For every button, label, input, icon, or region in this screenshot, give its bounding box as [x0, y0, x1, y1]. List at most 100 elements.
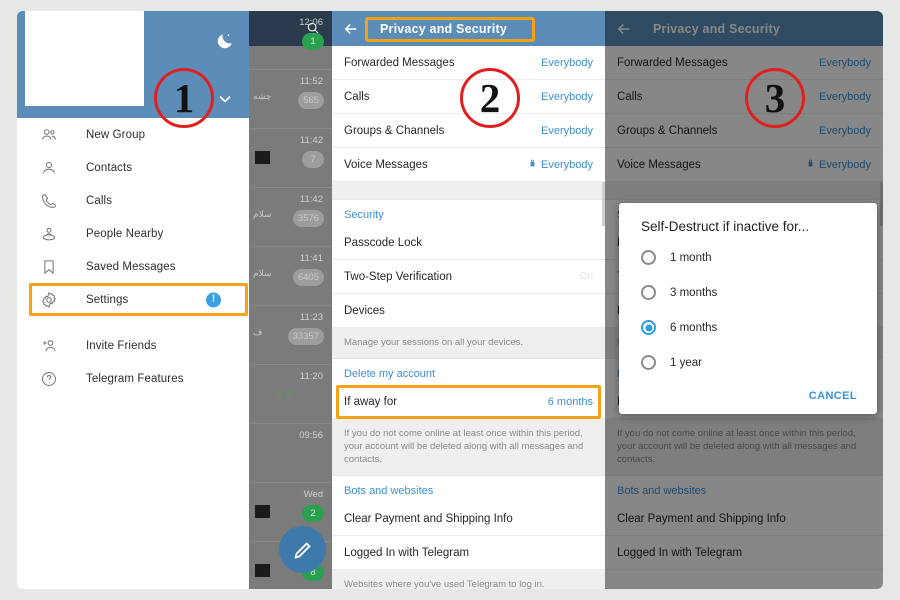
row-forwarded-messages[interactable]: Forwarded Messages Everybody	[332, 46, 605, 80]
row-voice-messages[interactable]: Voice Messages Everybody	[332, 148, 605, 182]
row-logged-in-with-telegram[interactable]: Logged In with Telegram	[332, 536, 605, 570]
sidebar-item-new-group[interactable]: New Group	[17, 118, 249, 151]
chat-list-item[interactable]: 09:56	[249, 424, 332, 483]
sidebar-item-label: Saved Messages	[86, 260, 176, 273]
privacy-header: Privacy and Security	[605, 11, 883, 46]
phone-icon	[40, 190, 66, 212]
row-label: Logged In with Telegram	[344, 546, 470, 559]
lock-icon	[806, 158, 815, 171]
chat-list-item[interactable]: 11:41 6405 سلام	[249, 247, 332, 306]
chat-timestamp: 11:23	[299, 312, 323, 323]
section-gap	[332, 182, 605, 200]
step-marker-2: 2	[460, 68, 520, 128]
row-clear-payment-info[interactable]: Clear Payment and Shipping Info	[332, 502, 605, 536]
row-value: Everybody	[819, 56, 871, 69]
row-label: Two-Step Verification	[344, 270, 453, 283]
row-value: Everybody	[541, 90, 593, 103]
radio-unselected-icon[interactable]	[641, 250, 656, 265]
dialog-option-label: 6 months	[670, 321, 718, 334]
chat-snippet: سلام	[253, 209, 272, 219]
row-value: Everybody	[819, 158, 871, 171]
row-passcode-lock[interactable]: Passcode Lock	[332, 226, 605, 260]
lock-icon	[528, 158, 537, 171]
step-marker-1: 1	[154, 68, 214, 128]
row-clear-payment-info: Clear Payment and Shipping Info	[605, 502, 883, 536]
group-icon	[40, 124, 66, 146]
chat-list-item[interactable]: 12:06 1	[249, 11, 332, 70]
row-label: Forwarded Messages	[344, 56, 455, 69]
chat-list-item[interactable]: 11:42 7	[249, 129, 332, 188]
dialog-option[interactable]: 6 months	[619, 310, 877, 345]
sidebar-item-label: Invite Friends	[86, 339, 157, 352]
chat-snippet: چشه	[253, 91, 272, 101]
row-devices[interactable]: Devices	[332, 294, 605, 328]
cancel-button[interactable]: CANCEL	[619, 380, 877, 410]
self-destruct-dialog-panel: Privacy and Security Forwarded Messages …	[605, 11, 883, 589]
chat-list-item[interactable]: 11:52 565 چشه	[249, 70, 332, 129]
chat-thumbnail	[255, 505, 270, 518]
devices-note: Manage your sessions on all your devices…	[332, 328, 605, 359]
sidebar-item-saved-messages[interactable]: Saved Messages	[17, 250, 249, 283]
section-gap	[605, 182, 883, 200]
row-voice-messages: Voice Messages Everybody	[605, 148, 883, 182]
chat-list-item[interactable]: 11:42 3576 سلام	[249, 188, 332, 247]
chat-list-panel: 12:06 1 11:52 565 چشه 11:42 7 11:42 3576 سلام 11:4…	[249, 11, 332, 589]
unread-badge: 7	[302, 151, 324, 168]
sidebar-item-contacts[interactable]: Contacts	[17, 151, 249, 184]
sidebar-item-settings[interactable]: Settings !	[17, 283, 249, 316]
row-value: On	[579, 271, 593, 282]
read-receipt-icon: ✓✓	[275, 388, 294, 400]
chat-list-item[interactable]: 11:23 33357 ف	[249, 306, 332, 365]
avatar[interactable]	[25, 11, 144, 106]
row-if-away-for[interactable]: If away for 6 months	[332, 385, 605, 419]
row-label: Groups & Channels	[617, 124, 718, 137]
row-label: Groups & Channels	[344, 124, 445, 137]
unread-badge: 1	[302, 33, 324, 50]
dialog-option-label: 1 month	[670, 251, 712, 264]
radio-unselected-icon[interactable]	[641, 285, 656, 300]
chat-timestamp: 11:20	[299, 371, 323, 382]
back-arrow-icon[interactable]	[342, 20, 360, 38]
chat-list-item[interactable]: 11:20 ✓✓	[249, 365, 332, 424]
compose-button[interactable]	[279, 526, 326, 573]
sidebar-accent-strip	[17, 11, 25, 118]
gear-icon	[40, 289, 66, 311]
unread-badge: 33357	[287, 328, 324, 345]
sidebar-item-telegram-features[interactable]: Telegram Features	[17, 362, 249, 395]
sidebar-item-calls[interactable]: Calls	[17, 184, 249, 217]
row-value: Everybody	[541, 56, 593, 69]
dialog-option[interactable]: 1 month	[619, 240, 877, 275]
row-value-wrap: Everybody	[806, 158, 871, 171]
row-label: Calls	[617, 90, 643, 103]
row-label: Voice Messages	[617, 158, 701, 171]
row-value: Everybody	[819, 124, 871, 137]
sidebar-item-people-nearby[interactable]: People Nearby	[17, 217, 249, 250]
step-marker-3: 3	[745, 68, 805, 128]
sidebar-item-label: People Nearby	[86, 227, 164, 240]
nearby-icon	[40, 223, 66, 245]
unread-badge: 2	[302, 505, 324, 522]
sidebar-item-invite-friends[interactable]: Invite Friends	[17, 329, 249, 362]
unread-badge: 565	[298, 92, 324, 109]
row-two-step-verification[interactable]: Two-Step Verification On	[332, 260, 605, 294]
radio-unselected-icon[interactable]	[641, 355, 656, 370]
dialog-option[interactable]: 3 months	[619, 275, 877, 310]
chat-timestamp: 11:42	[299, 194, 323, 205]
screenshot-card: New Group Contacts Calls People Nearby S…	[17, 11, 883, 589]
radio-selected-icon[interactable]	[641, 320, 656, 335]
self-destruct-dialog: Self-Destruct if inactive for... 1 month…	[619, 203, 877, 414]
section-bots-websites-header: Bots and websites	[605, 476, 883, 502]
section-bots-websites-header: Bots and websites	[332, 476, 605, 502]
row-value: 6 months	[547, 395, 593, 408]
chat-thumbnail	[255, 564, 270, 577]
row-forwarded-messages: Forwarded Messages Everybody	[605, 46, 883, 80]
unread-badge: 3576	[292, 210, 324, 227]
row-value: Everybody	[819, 90, 871, 103]
section-security-header: Security	[332, 200, 605, 226]
chat-thumbnail	[255, 151, 270, 164]
moon-icon[interactable]	[215, 31, 235, 51]
back-arrow-icon[interactable]	[615, 20, 633, 38]
chevron-down-icon[interactable]	[215, 89, 235, 109]
dialog-option[interactable]: 1 year	[619, 345, 877, 380]
help-icon	[40, 368, 66, 390]
